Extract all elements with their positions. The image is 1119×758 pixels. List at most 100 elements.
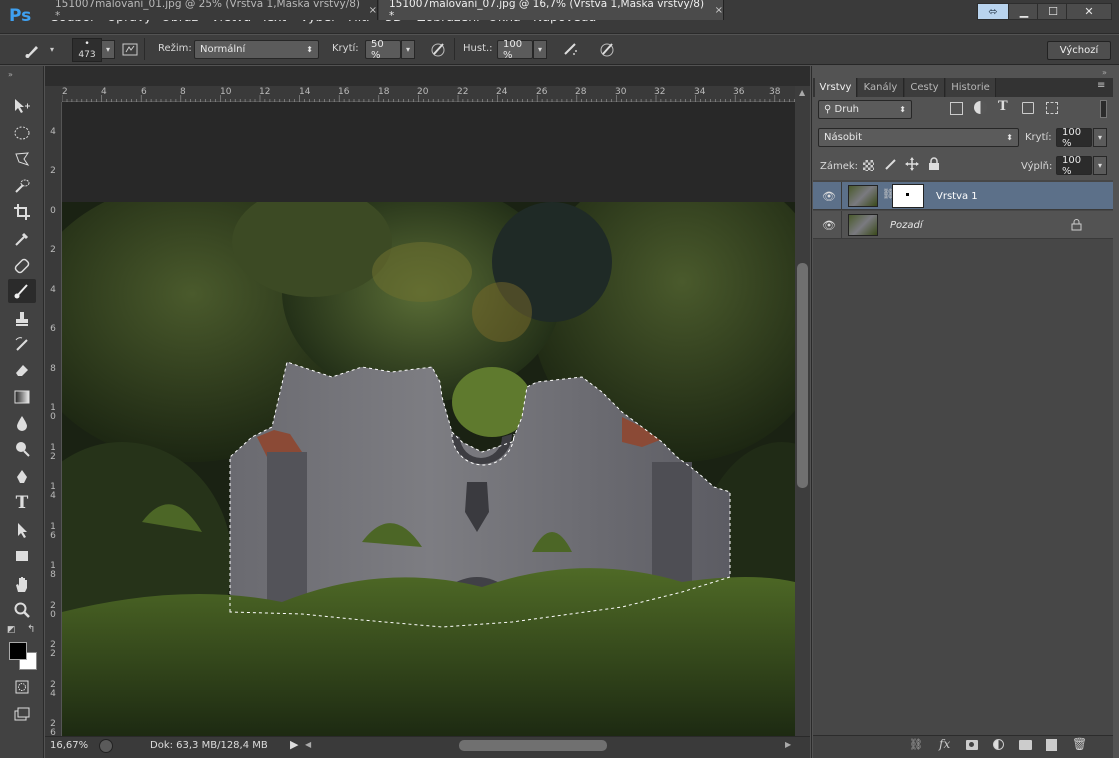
adjustment-layer-icon[interactable]: [993, 739, 1004, 750]
brush-panel-icon[interactable]: [119, 38, 141, 60]
chevron-down-icon[interactable]: ▾: [50, 45, 54, 54]
vertical-scroll-thumb[interactable]: [797, 263, 808, 488]
status-info-icon[interactable]: [99, 739, 113, 753]
delete-layer-icon[interactable]: 🗑: [1072, 737, 1087, 751]
opacity-input[interactable]: 50 %: [365, 39, 401, 61]
lasso-tool-icon[interactable]: [8, 147, 36, 171]
eye-icon[interactable]: 👁: [822, 219, 836, 232]
path-selection-tool-icon[interactable]: [8, 518, 36, 542]
app-logo: Ps: [9, 6, 32, 26]
eyedropper-tool-icon[interactable]: [8, 227, 36, 251]
layer-row-selected[interactable]: 👁 ⛓ Vrstva 1: [813, 182, 1113, 210]
quick-selection-tool-icon[interactable]: [8, 174, 36, 198]
minimize-button[interactable]: ▁: [1008, 3, 1040, 20]
document-canvas[interactable]: [62, 202, 795, 736]
maximize-button[interactable]: ☐: [1037, 3, 1069, 20]
flow-dropdown[interactable]: ▾: [533, 40, 547, 59]
fill-label: Výplň:: [1021, 161, 1053, 172]
filter-type-icon[interactable]: T: [998, 99, 1008, 114]
tab-vrstvy[interactable]: Vrstvy: [815, 78, 857, 97]
layer-opacity-input[interactable]: 100 %: [1056, 127, 1092, 149]
layer-row[interactable]: 👁 Pozadí: [813, 211, 1113, 239]
panel-menu-icon[interactable]: ≡: [1097, 80, 1105, 91]
crop-tool-icon[interactable]: [8, 200, 36, 224]
screen-mode-icon[interactable]: [8, 702, 36, 726]
scroll-right-icon[interactable]: ▶: [785, 740, 791, 749]
filter-pixel-icon[interactable]: [950, 102, 963, 115]
brush-size-picker[interactable]: • 473: [72, 38, 102, 62]
filter-shape-icon[interactable]: [1022, 102, 1034, 114]
ruler-tick-label: 8: [180, 87, 186, 97]
zoom-level[interactable]: 16,67%: [50, 740, 88, 751]
tab-historie[interactable]: Historie: [946, 78, 996, 97]
brush-tool-icon[interactable]: [8, 279, 36, 303]
ruler-tick-label: 24: [496, 87, 508, 97]
mode-dropdown[interactable]: Normální ⬍: [194, 40, 319, 59]
fill-dropdown[interactable]: ▾: [1093, 156, 1107, 175]
panel-collapse-icon[interactable]: »: [1102, 68, 1107, 77]
zoom-tool-icon[interactable]: [8, 598, 36, 622]
opacity-dropdown[interactable]: ▾: [401, 40, 415, 59]
marquee-tool-icon[interactable]: [8, 121, 36, 145]
close-icon[interactable]: ×: [715, 5, 723, 16]
history-brush-tool-icon[interactable]: [8, 333, 36, 357]
workspace-button[interactable]: Výchozí: [1047, 41, 1111, 60]
new-layer-icon[interactable]: [1046, 739, 1057, 751]
layer-filter-dropdown[interactable]: ⚲ Druh ⬍: [818, 100, 912, 119]
filter-smart-object-icon[interactable]: [1046, 102, 1058, 114]
arrange-icon[interactable]: ⬄: [977, 3, 1009, 20]
tab-cesty[interactable]: Cesty: [905, 78, 945, 97]
gradient-tool-icon[interactable]: [8, 385, 36, 409]
layer-name[interactable]: Pozadí: [890, 220, 923, 231]
fx-icon[interactable]: fx: [939, 737, 950, 751]
move-tool-icon[interactable]: [8, 94, 36, 118]
close-icon[interactable]: ×: [369, 5, 377, 16]
lock-pixels-icon[interactable]: [884, 157, 898, 174]
brush-preset-icon[interactable]: [22, 39, 44, 61]
layer-opacity-dropdown[interactable]: ▾: [1093, 128, 1107, 147]
scroll-left-icon[interactable]: ◀: [305, 740, 311, 749]
pressure-size-icon[interactable]: [596, 38, 618, 60]
airbrush-icon[interactable]: [560, 38, 582, 60]
close-button[interactable]: ✕: [1066, 3, 1112, 20]
eye-icon[interactable]: 👁: [822, 190, 836, 203]
swap-colors-icon[interactable]: ↰: [27, 624, 35, 635]
flow-input[interactable]: 100 %: [497, 39, 533, 61]
layer-mask-thumbnail[interactable]: [892, 184, 924, 208]
collapse-icon[interactable]: »: [8, 70, 13, 79]
document-tab[interactable]: 151007malovani_01.jpg @ 25% (Vrstva 1,Ma…: [45, 0, 378, 22]
new-group-icon[interactable]: [1019, 740, 1032, 750]
clone-stamp-tool-icon[interactable]: [8, 307, 36, 331]
pen-tool-icon[interactable]: [8, 465, 36, 489]
blend-mode-dropdown[interactable]: Násobit ⬍: [818, 128, 1019, 147]
brush-size-dropdown[interactable]: ▾: [101, 40, 115, 59]
pressure-opacity-icon[interactable]: [427, 38, 449, 60]
ruler-tick-label: 18: [378, 87, 390, 97]
ruler-origin[interactable]: [45, 86, 62, 102]
filter-toggle[interactable]: [1100, 100, 1107, 118]
horizontal-scroll-thumb[interactable]: [459, 740, 607, 751]
opacity-label: Krytí:: [332, 43, 359, 54]
document-tab-active[interactable]: 151007malovani_07.jpg @ 16,7% (Vrstva 1,…: [379, 0, 724, 22]
hand-tool-icon[interactable]: [8, 572, 36, 596]
tab-kanaly[interactable]: Kanály: [858, 78, 904, 97]
blur-tool-icon[interactable]: [8, 411, 36, 435]
status-menu-arrow-icon[interactable]: ▶: [290, 738, 298, 751]
healing-brush-tool-icon[interactable]: [8, 254, 36, 278]
lock-all-icon[interactable]: [928, 157, 940, 174]
filter-adjustment-icon[interactable]: [974, 101, 987, 114]
quick-mask-icon[interactable]: [8, 675, 36, 699]
layer-name[interactable]: Vrstva 1: [936, 191, 978, 202]
foreground-color-swatch[interactable]: [9, 642, 27, 660]
add-mask-icon[interactable]: [966, 740, 978, 750]
type-tool-icon[interactable]: T: [8, 491, 36, 515]
lock-transparent-icon[interactable]: [863, 160, 874, 171]
dodge-tool-icon[interactable]: [8, 437, 36, 461]
fill-input[interactable]: 100 %: [1056, 155, 1092, 177]
eraser-tool-icon[interactable]: [8, 358, 36, 382]
lock-position-icon[interactable]: [905, 157, 919, 174]
rectangle-tool-icon[interactable]: [8, 544, 36, 568]
scroll-up-icon[interactable]: ▲: [799, 88, 805, 97]
link-layers-icon[interactable]: ⛓: [909, 738, 923, 751]
default-colors-icon[interactable]: ◩: [7, 625, 16, 635]
